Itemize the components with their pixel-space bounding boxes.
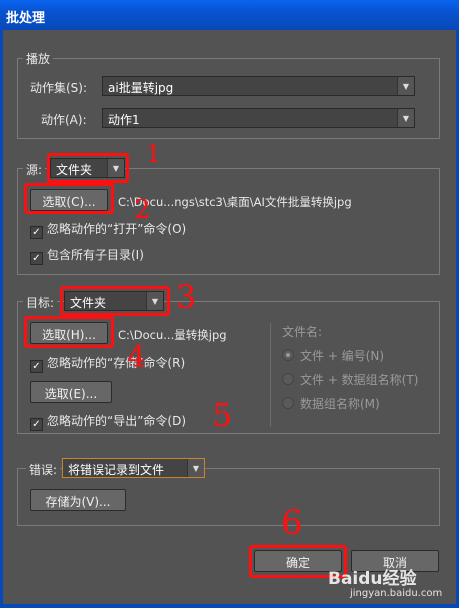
annotation-number-1: 1: [146, 140, 162, 168]
naming-option-file-number[interactable]: 文件 + 编号(N): [282, 347, 384, 364]
save-as-button[interactable]: 存储为(V)...: [30, 489, 126, 511]
file-naming-label: 文件名:: [282, 325, 323, 339]
override-export-checkbox[interactable]: ✓ 忽略动作的“导出”命令(D): [30, 412, 186, 431]
annotation-number-3: 3: [176, 278, 197, 316]
checkmark-icon: ✓: [30, 252, 43, 265]
action-value: 动作1: [108, 113, 140, 127]
override-save-checkbox[interactable]: ✓ 忽略动作的“存储”命令(R): [30, 354, 185, 373]
include-subfolders-label: 包含所有子目录(I): [47, 248, 144, 262]
include-subfolders-checkbox[interactable]: ✓ 包含所有子目录(I): [30, 246, 144, 265]
override-export-label: 忽略动作的“导出”命令(D): [47, 414, 187, 428]
watermark-logo: Baidu经验: [328, 569, 417, 589]
checkmark-icon: ✓: [30, 360, 43, 373]
watermark-url: jingyan.baidu.com: [350, 588, 443, 599]
annotation-number-2: 2: [134, 195, 151, 225]
naming-option-dataset[interactable]: 数据组名称(M): [282, 395, 380, 412]
override-open-label: 忽略动作的“打开”命令(O): [47, 222, 187, 236]
naming-option-label: 文件 + 编号(N): [300, 349, 385, 363]
action-set-select[interactable]: ai批量转jpg ▼: [102, 76, 415, 96]
source-path: C:\Docu...ngs\stc3\桌面\AI文件批量转换jpg: [118, 195, 352, 209]
chevron-down-icon: ▼: [397, 109, 414, 127]
action-select[interactable]: 动作1 ▼: [102, 108, 415, 128]
override-save-label: 忽略动作的“存储”命令(R): [47, 356, 186, 370]
window-frame-left: [0, 30, 3, 608]
radio-selected-icon: [282, 349, 294, 361]
source-label: 源:: [23, 161, 46, 178]
title-bar: 批处理: [0, 0, 459, 30]
errors-value: 将错误记录到文件: [68, 463, 165, 477]
chevron-down-icon: ▼: [187, 459, 204, 477]
window-title: 批处理: [6, 11, 46, 26]
radio-icon: [282, 397, 294, 409]
override-open-checkbox[interactable]: ✓ 忽略动作的“打开”命令(O): [30, 220, 186, 239]
naming-option-file-dataset[interactable]: 文件 + 数据组名称(T): [282, 371, 418, 388]
annotation-box-2: [24, 183, 114, 214]
destination-label: 目标:: [23, 294, 58, 311]
chevron-down-icon: ▼: [397, 77, 414, 95]
action-label: 动作(A):: [41, 113, 87, 127]
destination-choose-button-2[interactable]: 选取(E)...: [30, 381, 112, 403]
radio-icon: [282, 373, 294, 385]
annotation-box-3: [60, 286, 170, 316]
batch-dialog: 批处理 播放 动作集(S): ai批量转jpg ▼ 动作(A): 动作1 ▼ 源…: [0, 0, 459, 608]
action-set-value: ai批量转jpg: [108, 81, 174, 95]
annotation-number-6: 6: [281, 503, 303, 543]
action-set-label: 动作集(S):: [30, 81, 88, 95]
divider: [270, 323, 271, 427]
annotation-box-1: [47, 153, 129, 183]
naming-option-label: 数据组名称(M): [300, 397, 380, 411]
checkmark-icon: ✓: [30, 226, 43, 239]
annotation-number-5: 5: [212, 396, 233, 434]
errors-select[interactable]: 将错误记录到文件 ▼: [62, 458, 205, 478]
errors-label: 错误:: [26, 461, 61, 478]
annotation-number-4: 4: [127, 340, 147, 375]
naming-option-label: 文件 + 数据组名称(T): [300, 373, 419, 387]
checkmark-icon: ✓: [30, 418, 43, 431]
window-frame-bottom: [0, 604, 459, 608]
annotation-box-4: [24, 316, 114, 348]
play-group-label: 播放: [23, 50, 54, 67]
